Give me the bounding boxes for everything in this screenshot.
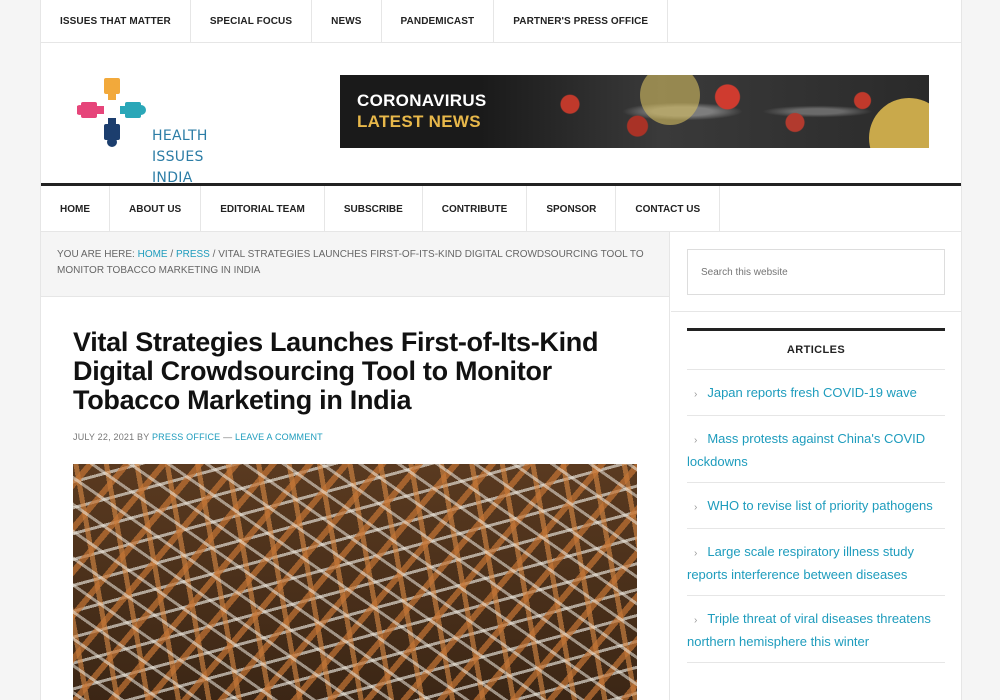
- logo-wordmark[interactable]: HEALTH ISSUES INDIA: [152, 126, 208, 189]
- nav-contact-us[interactable]: CONTACT US: [616, 186, 721, 232]
- sidebar: ARTICLES › Japan reports fresh COVID-19 w…: [671, 232, 961, 700]
- widget-title: ARTICLES: [687, 328, 945, 370]
- chevron-right-icon: ›: [694, 548, 698, 559]
- chevron-right-icon: ›: [694, 502, 698, 513]
- breadcrumb-separator: /: [212, 249, 216, 260]
- article-meta: JULY 22, 2021 BY PRESS OFFICE — LEAVE A …: [73, 432, 637, 442]
- sidebar-divider: [671, 311, 961, 312]
- article-link[interactable]: Triple threat of viral diseases threaten…: [687, 611, 931, 649]
- nav-editorial-team[interactable]: EDITORIAL TEAM: [201, 186, 325, 232]
- article-author-link[interactable]: PRESS OFFICE: [152, 432, 220, 442]
- banner-title: CORONAVIRUS: [357, 91, 487, 110]
- site-header: HEALTH ISSUES INDIA CORONAVIRUS LATEST N…: [41, 43, 961, 186]
- article-link[interactable]: Mass protests against China's COVID lock…: [687, 431, 925, 469]
- search-input[interactable]: [687, 249, 945, 295]
- top-nav-pandemicast[interactable]: PANDEMICAST: [382, 0, 495, 43]
- article-title: Vital Strategies Launches First-of-Its-K…: [73, 327, 599, 415]
- list-item: › Large scale respiratory illness study r…: [687, 529, 945, 596]
- breadcrumb-separator: /: [170, 249, 174, 260]
- meta-dash: —: [223, 432, 233, 442]
- article-date: JULY 22, 2021: [73, 432, 135, 442]
- breadcrumb-prefix: YOU ARE HERE:: [57, 249, 135, 260]
- chevron-right-icon: ›: [694, 615, 698, 626]
- nav-sponsor[interactable]: SPONSOR: [527, 186, 617, 232]
- virus-image: [480, 75, 929, 148]
- nav-subscribe[interactable]: SUBSCRIBE: [325, 186, 423, 232]
- chevron-right-icon: ›: [694, 435, 698, 446]
- coronavirus-banner[interactable]: CORONAVIRUS LATEST NEWS: [340, 75, 929, 148]
- breadcrumb-press-link[interactable]: PRESS: [176, 249, 210, 260]
- site-container: ISSUES THAT MATTER SPECIAL FOCUS NEWS PA…: [40, 0, 962, 700]
- nav-home[interactable]: HOME: [41, 186, 110, 232]
- logo-line-issues: ISSUES: [152, 149, 204, 165]
- breadcrumb: YOU ARE HERE: HOME / PRESS / VITAL STRAT…: [41, 232, 669, 297]
- top-nav-issues-that-matter[interactable]: ISSUES THAT MATTER: [41, 0, 191, 43]
- list-item: › Japan reports fresh COVID-19 wave: [687, 370, 945, 416]
- article-by: BY: [137, 432, 150, 442]
- main-nav: HOME ABOUT US EDITORIAL TEAM SUBSCRIBE C…: [41, 183, 961, 232]
- top-nav-partners-press-office[interactable]: PARTNER'S PRESS OFFICE: [494, 0, 669, 43]
- breadcrumb-home-link[interactable]: HOME: [138, 249, 168, 260]
- content-sidebar-wrap: YOU ARE HERE: HOME / PRESS / VITAL STRAT…: [41, 232, 961, 700]
- article-link[interactable]: Japan reports fresh COVID-19 wave: [707, 385, 917, 400]
- featured-image-cigarette-butts: [73, 464, 637, 700]
- nav-contribute[interactable]: CONTRIBUTE: [423, 186, 528, 232]
- nav-about-us[interactable]: ABOUT US: [110, 186, 202, 232]
- list-item: › Triple threat of viral diseases threate…: [687, 596, 945, 663]
- articles-widget: ARTICLES › Japan reports fresh COVID-19 w…: [687, 328, 945, 663]
- logo-line-india: INDIA: [152, 170, 193, 186]
- logo-line-health: HEALTH: [152, 128, 208, 144]
- top-nav-news[interactable]: NEWS: [312, 0, 382, 43]
- article-link[interactable]: WHO to revise list of priority pathogens: [707, 498, 932, 513]
- top-nav: ISSUES THAT MATTER SPECIAL FOCUS NEWS PA…: [41, 0, 961, 43]
- list-item: › WHO to revise list of priority pathogen…: [687, 483, 945, 529]
- article-link[interactable]: Large scale respiratory illness study re…: [687, 544, 914, 582]
- leave-comment-link[interactable]: LEAVE A COMMENT: [235, 432, 323, 442]
- list-item: › Mass protests against China's COVID loc…: [687, 416, 945, 483]
- top-nav-special-focus[interactable]: SPECIAL FOCUS: [191, 0, 313, 43]
- chevron-right-icon: ›: [694, 389, 698, 400]
- banner-subtitle: LATEST NEWS: [357, 112, 481, 131]
- main-content: YOU ARE HERE: HOME / PRESS / VITAL STRAT…: [41, 232, 670, 700]
- article: Vital Strategies Launches First-of-Its-K…: [41, 297, 669, 443]
- articles-list: › Japan reports fresh COVID-19 wave › Mass…: [687, 370, 945, 663]
